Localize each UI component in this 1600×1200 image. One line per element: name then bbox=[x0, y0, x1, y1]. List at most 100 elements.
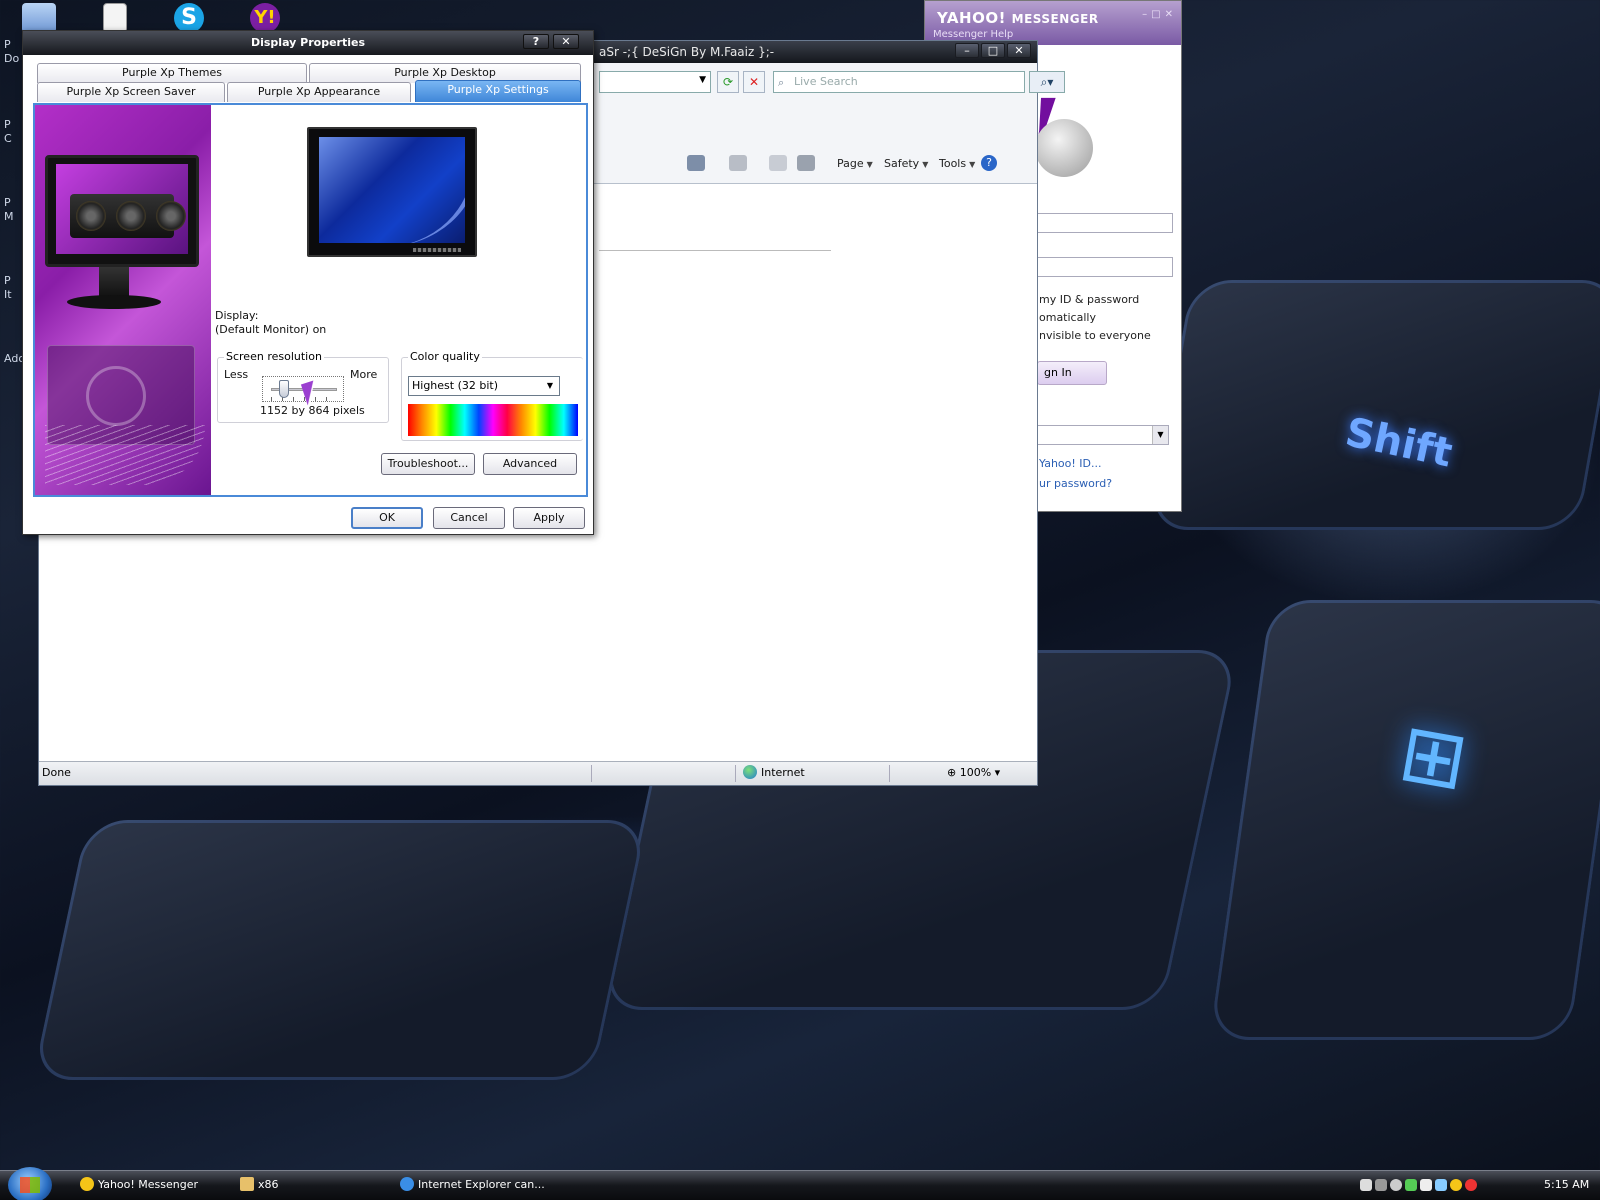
tab-themes[interactable]: Purple Xp Themes bbox=[37, 63, 307, 83]
refresh-icon[interactable]: ⟳ bbox=[717, 71, 739, 93]
resolution-more-label: More bbox=[350, 368, 378, 381]
security-icon[interactable] bbox=[1465, 1179, 1477, 1191]
print-icon[interactable] bbox=[797, 155, 815, 171]
yahoo-invisible-label[interactable]: nvisible to everyone bbox=[1039, 329, 1151, 342]
tray-icon[interactable] bbox=[1390, 1179, 1402, 1191]
display-value: (Default Monitor) on bbox=[215, 323, 327, 336]
color-quality-group: Color quality Highest (32 bit) ▼ bbox=[401, 350, 583, 441]
ie-safety-menu[interactable]: Safety ▼ bbox=[884, 157, 928, 170]
keyboard-icon[interactable] bbox=[1360, 1179, 1372, 1191]
desktop-icon-label: P bbox=[4, 196, 11, 209]
yahoo-id-input[interactable] bbox=[1037, 213, 1173, 233]
desktop-icon-label: P bbox=[4, 274, 11, 287]
stop-icon[interactable]: ✕ bbox=[743, 71, 765, 93]
desktop-yahoo-messenger-icon[interactable]: Y! bbox=[250, 3, 280, 33]
taskbar-clock[interactable]: 5:15 AM bbox=[1544, 1178, 1589, 1191]
desktop-skype-icon[interactable]: S bbox=[174, 3, 204, 33]
yahoo-title: YAHOO! MESSENGER bbox=[937, 9, 1099, 27]
yahoo-auto-signin-label[interactable]: omatically bbox=[1039, 311, 1096, 324]
mail-icon[interactable] bbox=[769, 155, 787, 171]
yahoo-title-sub: MESSENGER bbox=[1011, 12, 1099, 26]
home-icon[interactable] bbox=[687, 155, 705, 171]
advanced-button[interactable]: Advanced bbox=[483, 453, 577, 475]
maximize-icon[interactable]: □ bbox=[981, 43, 1005, 58]
taskbar-item-ie[interactable]: Internet Explorer can... bbox=[400, 1177, 545, 1191]
yahoo-avatar bbox=[1035, 119, 1093, 177]
feeds-icon[interactable] bbox=[729, 155, 747, 171]
yahoo-get-id-link[interactable]: Yahoo! ID... bbox=[1039, 457, 1102, 470]
monitor-illustration bbox=[45, 155, 199, 267]
yahoo-status-select[interactable]: ▼ bbox=[1037, 425, 1169, 445]
purple-theme-sidebar-image bbox=[35, 105, 211, 495]
wallpaper-key bbox=[1209, 600, 1600, 1040]
system-tray bbox=[1360, 1179, 1477, 1191]
windows-logo-icon bbox=[20, 1177, 40, 1193]
network-icon[interactable] bbox=[1405, 1179, 1417, 1191]
ie-tools-menu[interactable]: Tools ▼ bbox=[939, 157, 975, 170]
tray-icon[interactable] bbox=[1420, 1179, 1432, 1191]
close-icon[interactable]: ✕ bbox=[1007, 43, 1031, 58]
start-button[interactable] bbox=[8, 1167, 52, 1200]
desktop-icon-label: Do bbox=[4, 52, 20, 65]
chevron-down-icon: ▼ bbox=[699, 75, 706, 85]
ok-button[interactable]: OK bbox=[351, 507, 423, 529]
help-icon[interactable]: ? bbox=[981, 155, 997, 171]
ie-page-menu[interactable]: Page ▼ bbox=[837, 157, 873, 170]
color-quality-select[interactable]: Highest (32 bit) ▼ bbox=[408, 376, 560, 396]
yahoo-tray-icon[interactable] bbox=[1450, 1179, 1462, 1191]
yahoo-password-input[interactable] bbox=[1037, 257, 1173, 277]
ie-search-button[interactable]: ⌕▾ bbox=[1029, 71, 1065, 93]
desktop-icon-label: It bbox=[4, 288, 12, 301]
close-icon[interactable]: ✕ bbox=[553, 34, 579, 49]
desktop-icon-label: C bbox=[4, 132, 12, 145]
yahoo-signin-button[interactable]: gn In bbox=[1037, 361, 1107, 385]
settings-panel: Display: (Default Monitor) on Screen res… bbox=[33, 103, 588, 497]
ie-security-zone[interactable]: Internet bbox=[743, 762, 805, 784]
status-separator bbox=[889, 765, 890, 782]
tray-icon[interactable] bbox=[1375, 1179, 1387, 1191]
desktop-folder-icon[interactable] bbox=[22, 3, 56, 33]
desktop-icon-label: P bbox=[4, 38, 11, 51]
resolution-value: 1152 by 864 pixels bbox=[260, 404, 365, 417]
ie-search-placeholder: Live Search bbox=[794, 75, 858, 88]
tray-icon[interactable] bbox=[1435, 1179, 1447, 1191]
tab-settings[interactable]: Purple Xp Settings bbox=[415, 80, 581, 102]
page-divider bbox=[599, 250, 831, 251]
status-separator bbox=[591, 765, 592, 782]
desktop-document-icon[interactable] bbox=[103, 3, 127, 33]
wallpaper-key bbox=[32, 820, 648, 1080]
taskbar-item-yahoo[interactable]: Yahoo! Messenger bbox=[80, 1177, 198, 1191]
tab-appearance[interactable]: Purple Xp Appearance bbox=[227, 82, 411, 102]
taskbar: Yahoo! Messenger x86 Internet Explorer c… bbox=[0, 1167, 1600, 1200]
cancel-button[interactable]: Cancel bbox=[433, 507, 505, 529]
ie-title: aSr -;{ DeSiGn By M.Faaiz };- bbox=[599, 45, 775, 59]
ie-status-text: Done bbox=[42, 766, 71, 779]
yahoo-forgot-password-link[interactable]: ur password? bbox=[1039, 477, 1112, 490]
taskbar-item-x86[interactable]: x86 bbox=[240, 1177, 279, 1191]
yahoo-title-main: YAHOO! bbox=[937, 9, 1006, 27]
chevron-down-icon: ▼ bbox=[1152, 426, 1168, 444]
desktop-icon-label: M bbox=[4, 210, 14, 223]
troubleshoot-button[interactable]: Troubleshoot... bbox=[381, 453, 475, 475]
ie-status-bar: Done Internet ⊕ 100% ▾ bbox=[39, 761, 1037, 785]
desktop-icon-label: P bbox=[4, 118, 11, 131]
yahoo-menu-bar[interactable]: Messenger Help bbox=[933, 29, 1013, 40]
resolution-less-label: Less bbox=[224, 368, 249, 381]
folder-icon bbox=[240, 1177, 254, 1191]
resolution-slider-thumb[interactable] bbox=[279, 380, 290, 398]
tab-screen-saver[interactable]: Purple Xp Screen Saver bbox=[37, 82, 225, 102]
ie-address-dropdown[interactable]: ▼ bbox=[599, 71, 711, 93]
display-properties-dialog[interactable]: Display Properties ? ✕ Purple Xp Themes … bbox=[22, 30, 594, 535]
ie-search-input[interactable]: ⌕ Live Search bbox=[773, 71, 1025, 93]
minimize-icon[interactable]: – bbox=[955, 43, 979, 58]
yahoo-window-controls[interactable]: –□✕ bbox=[1142, 9, 1177, 20]
ie-icon bbox=[400, 1177, 414, 1191]
ie-zoom-level[interactable]: ⊕ 100% ▾ bbox=[947, 762, 1000, 784]
apply-button[interactable]: Apply bbox=[513, 507, 585, 529]
search-icon: ⌕ bbox=[778, 76, 785, 89]
dialog-titlebar: Display Properties ? ✕ bbox=[23, 31, 593, 55]
help-icon[interactable]: ? bbox=[523, 34, 549, 49]
screen-resolution-legend: Screen resolution bbox=[224, 350, 324, 363]
yahoo-remember-checkbox-label[interactable]: my ID & password bbox=[1039, 293, 1139, 306]
status-separator bbox=[735, 765, 736, 782]
